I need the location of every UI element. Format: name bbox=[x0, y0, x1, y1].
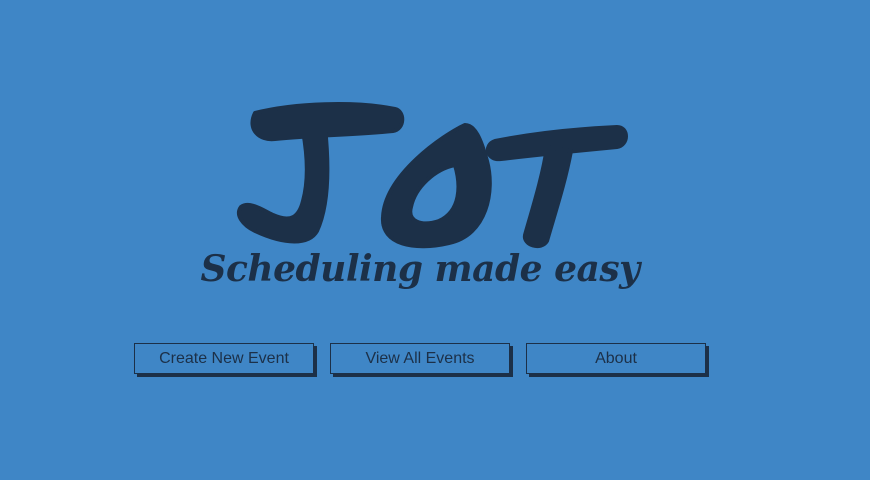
create-new-event-button[interactable]: Create New Event bbox=[134, 343, 314, 374]
view-all-events-button[interactable]: View All Events bbox=[330, 343, 510, 374]
main-nav: Create New Event View All Events About bbox=[134, 343, 706, 374]
tagline: Scheduling made easy bbox=[200, 248, 640, 290]
logo bbox=[225, 95, 635, 260]
about-button[interactable]: About bbox=[526, 343, 706, 374]
